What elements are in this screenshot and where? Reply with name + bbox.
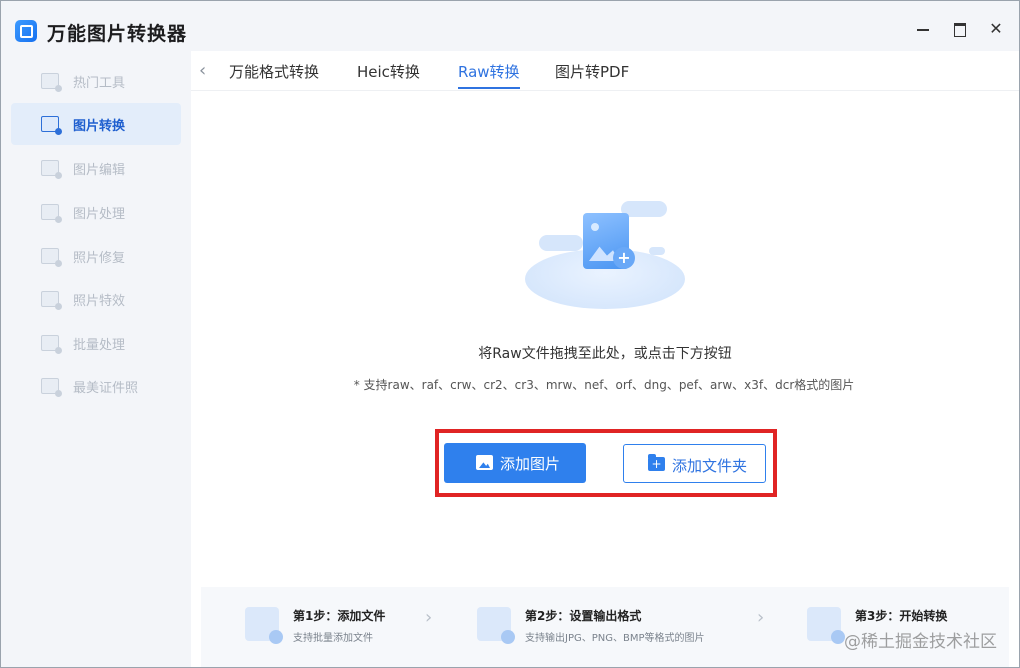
- sidebar-item-label: 图片转换: [73, 119, 126, 134]
- image-convert-icon: [41, 116, 62, 135]
- gear-icon: [477, 607, 515, 644]
- folder-plus-icon: [648, 454, 665, 471]
- close-button[interactable]: ✕: [988, 21, 1004, 37]
- minimize-button[interactable]: [915, 21, 931, 37]
- chevron-right-icon: ›: [757, 607, 765, 628]
- steps-footer: 第1步：添加文件 支持批量添加文件 › 第2步：设置输出格式 支持输出JPG、P…: [201, 587, 1009, 667]
- sidebar-item-label: 最美证件照: [73, 381, 139, 396]
- tab-image-to-pdf[interactable]: 图片转PDF: [555, 61, 629, 91]
- cloud-icon: [649, 247, 665, 255]
- document-icon: [807, 607, 845, 644]
- tab-universal-convert[interactable]: 万能格式转换: [229, 61, 319, 91]
- sidebar-item-batch-process[interactable]: 批量处理: [11, 322, 181, 364]
- sidebar-item-label: 图片编辑: [73, 163, 126, 178]
- title-bar: 万能图片转换器 ✕: [1, 1, 1019, 57]
- sidebar-item-label: 图片处理: [73, 207, 126, 222]
- add-folder-button[interactable]: 添加文件夹: [623, 444, 766, 483]
- sidebar-item-id-photo[interactable]: 最美证件照: [11, 365, 181, 407]
- sidebar-item-hot-tools[interactable]: 热门工具: [11, 60, 181, 102]
- tab-bar: ‹ 万能格式转换 Heic转换 Raw转换 图片转PDF: [191, 51, 1019, 91]
- step-desc: 支持输出JPG、PNG、BMP等格式的图片: [525, 633, 705, 644]
- chevron-right-icon: ›: [425, 607, 433, 628]
- sidebar-item-image-edit[interactable]: 图片编辑: [11, 147, 181, 189]
- add-images-button[interactable]: 添加图片: [444, 443, 586, 483]
- image-icon: [476, 455, 493, 470]
- app-logo-icon: [15, 20, 37, 42]
- step-title: 第3步：开始转换: [855, 609, 948, 623]
- sidebar: 热门工具 图片转换 图片编辑 图片处理 照片修复 照片特效 批量处理 最美证件照: [1, 57, 191, 667]
- supported-formats: * 支持raw、raf、crw、cr2、cr3、mrw、nef、orf、dng、…: [353, 378, 855, 392]
- image-process-icon: [41, 204, 62, 223]
- app-title: 万能图片转换器: [47, 23, 188, 45]
- sidebar-item-image-convert[interactable]: 图片转换: [11, 103, 181, 145]
- sidebar-item-image-process[interactable]: 图片处理: [11, 191, 181, 233]
- image-edit-icon: [41, 160, 62, 179]
- batch-process-icon: [41, 335, 62, 354]
- photo-repair-icon: [41, 248, 62, 267]
- sidebar-item-label: 批量处理: [73, 338, 126, 353]
- watermark-text: @稀土掘金技术社区: [844, 632, 997, 652]
- sidebar-item-label: 热门工具: [73, 76, 126, 91]
- step-desc: 支持批量添加文件: [293, 633, 373, 644]
- app-window: 万能图片转换器 ✕ 热门工具 图片转换 图片编辑 图片处理 照片修复 照片特效: [0, 0, 1020, 668]
- add-image-icon: [245, 607, 283, 644]
- add-images-label: 添加图片: [500, 455, 561, 473]
- tab-heic-convert[interactable]: Heic转换: [357, 61, 420, 91]
- plus-icon: +: [613, 247, 635, 269]
- sidebar-item-photo-repair[interactable]: 照片修复: [11, 235, 181, 277]
- step-title: 第1步：添加文件: [293, 609, 386, 623]
- main-panel: ‹ 万能格式转换 Heic转换 Raw转换 图片转PDF + 将Raw文件拖拽至…: [191, 51, 1019, 667]
- tab-raw-convert[interactable]: Raw转换: [458, 61, 520, 91]
- cloud-icon: [539, 235, 583, 251]
- sidebar-item-label: 照片修复: [73, 251, 126, 266]
- drop-hint: 将Raw文件拖拽至此处，或点击下方按钮: [478, 346, 732, 362]
- sidebar-item-label: 照片特效: [73, 294, 126, 309]
- chevron-left-icon[interactable]: ‹: [199, 62, 213, 80]
- photo-effects-icon: [41, 291, 62, 310]
- step-title: 第2步：设置输出格式: [525, 609, 642, 623]
- upload-illustration: +: [521, 191, 691, 321]
- hot-tools-icon: [41, 73, 62, 92]
- add-folder-label: 添加文件夹: [672, 457, 748, 475]
- maximize-button[interactable]: [952, 21, 968, 37]
- sidebar-item-photo-effects[interactable]: 照片特效: [11, 278, 181, 320]
- id-photo-icon: [41, 378, 62, 397]
